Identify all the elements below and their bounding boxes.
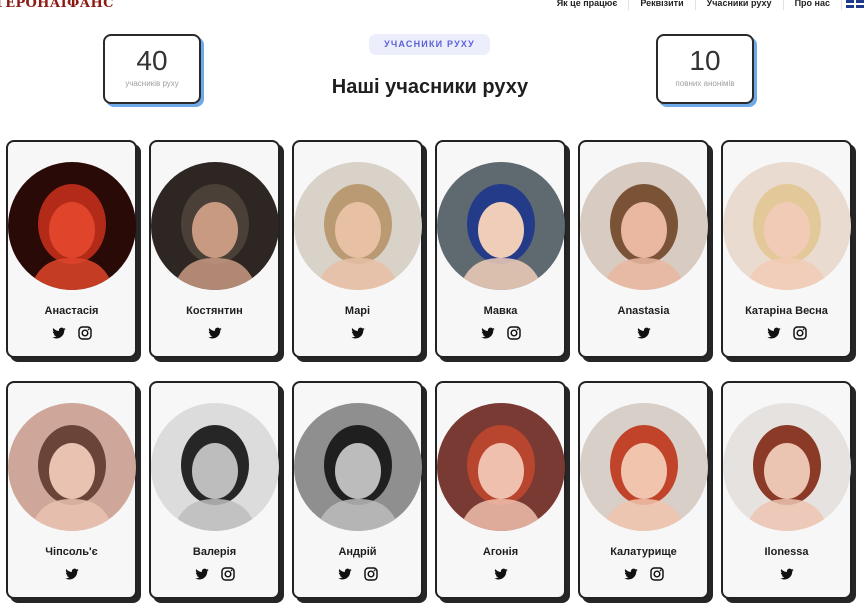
anonymous-count-box: 10 повних анонімів xyxy=(656,34,754,104)
twitter-icon[interactable] xyxy=(480,325,496,341)
member-socials xyxy=(151,566,278,582)
member-avatar[interactable] xyxy=(580,403,708,531)
member-card[interactable]: Ilonessa xyxy=(721,381,852,599)
twitter-icon[interactable] xyxy=(636,325,652,341)
member-socials xyxy=(294,566,421,582)
member-card[interactable]: Марі xyxy=(292,140,423,358)
member-avatar[interactable] xyxy=(437,403,565,531)
member-avatar[interactable] xyxy=(8,403,136,531)
instagram-icon[interactable] xyxy=(363,566,379,582)
avatar-photo xyxy=(8,162,136,290)
twitter-icon[interactable] xyxy=(194,566,210,582)
avatar-photo xyxy=(437,162,565,290)
avatar-photo xyxy=(151,162,279,290)
twitter-icon[interactable] xyxy=(337,566,353,582)
twitter-icon[interactable] xyxy=(493,566,509,582)
members-count-label: учасників руху xyxy=(125,79,179,88)
avatar-photo xyxy=(8,403,136,531)
twitter-icon[interactable] xyxy=(766,325,782,341)
avatar-photo xyxy=(437,403,565,531)
member-name: Костянтин xyxy=(186,305,243,317)
member-name: Анастасія xyxy=(44,305,99,317)
member-name: Ilonessa xyxy=(764,546,809,558)
twitter-icon[interactable] xyxy=(207,325,223,341)
instagram-icon[interactable] xyxy=(506,325,522,341)
member-socials xyxy=(151,325,278,341)
anonymous-count-label: повних анонімів xyxy=(675,79,735,88)
members-count-box: 40 учасників руху xyxy=(103,34,201,104)
site-logo[interactable]: ГЕРОНАІФАНС xyxy=(0,0,114,11)
member-name: Калатурище xyxy=(610,546,677,558)
member-socials xyxy=(580,566,707,582)
member-name: Мавка xyxy=(483,305,518,317)
anonymous-count: 10 xyxy=(689,45,721,76)
member-socials xyxy=(437,325,564,341)
member-avatar[interactable] xyxy=(294,403,422,531)
instagram-icon[interactable] xyxy=(649,566,665,582)
avatar-photo xyxy=(580,162,708,290)
avatar-photo xyxy=(294,162,422,290)
member-avatar[interactable] xyxy=(437,162,565,290)
member-card[interactable]: Агонія xyxy=(435,381,566,599)
member-name: Чіпсоль'є xyxy=(45,546,98,558)
instagram-icon[interactable] xyxy=(792,325,808,341)
member-card[interactable]: Мавка xyxy=(435,140,566,358)
main-nav: Як це працює Реквізити Учасники руху Про… xyxy=(546,0,864,11)
nav-item-how-it-works[interactable]: Як це працює xyxy=(546,0,630,10)
uk-flag-icon[interactable] xyxy=(846,0,864,8)
top-bar: ГЕРОНАІФАНС Як це працює Реквізити Учасн… xyxy=(0,0,864,12)
member-socials xyxy=(580,325,707,341)
member-card[interactable]: Валерія xyxy=(149,381,280,599)
twitter-icon[interactable] xyxy=(779,566,795,582)
twitter-icon[interactable] xyxy=(350,325,366,341)
avatar-photo xyxy=(294,403,422,531)
twitter-icon[interactable] xyxy=(623,566,639,582)
nav-item-about[interactable]: Про нас xyxy=(784,0,842,10)
member-card[interactable]: Чіпсоль'є xyxy=(6,381,137,599)
members-count: 40 xyxy=(136,45,168,76)
twitter-icon[interactable] xyxy=(51,325,67,341)
avatar-photo xyxy=(723,162,851,290)
section-badge: УЧАСНИКИ РУХУ xyxy=(369,34,490,55)
member-name: Марі xyxy=(344,305,371,317)
title-plain: Наші xyxy=(331,76,380,98)
member-avatar[interactable] xyxy=(723,403,851,531)
member-socials xyxy=(437,566,564,582)
member-name: Андрій xyxy=(338,546,377,558)
member-socials xyxy=(723,325,850,341)
member-avatar[interactable] xyxy=(723,162,851,290)
page-title: Наші учасники руху xyxy=(300,76,560,99)
member-avatar[interactable] xyxy=(151,403,279,531)
avatar-photo xyxy=(151,403,279,531)
nav-item-members[interactable]: Учасники руху xyxy=(696,0,784,10)
member-card[interactable]: Андрій xyxy=(292,381,423,599)
member-socials xyxy=(8,566,135,582)
instagram-icon[interactable] xyxy=(77,325,93,341)
member-name: Валерія xyxy=(192,546,237,558)
member-card[interactable]: Anastasia xyxy=(578,140,709,358)
member-card[interactable]: Катаріна Весна xyxy=(721,140,852,358)
member-card[interactable]: Анастасія xyxy=(6,140,137,358)
member-card[interactable]: Костянтин xyxy=(149,140,280,358)
member-name: Anastasia xyxy=(617,305,670,317)
avatar-photo xyxy=(580,403,708,531)
member-name: Катаріна Весна xyxy=(745,305,828,317)
member-card[interactable]: Калатурище xyxy=(578,381,709,599)
member-avatar[interactable] xyxy=(8,162,136,290)
instagram-icon[interactable] xyxy=(220,566,236,582)
twitter-icon[interactable] xyxy=(64,566,80,582)
title-highlight: учасники руху xyxy=(385,76,529,98)
member-socials xyxy=(8,325,135,341)
avatar-photo xyxy=(723,403,851,531)
nav-item-requisites[interactable]: Реквізити xyxy=(629,0,696,10)
member-name: Агонія xyxy=(482,546,519,558)
member-avatar[interactable] xyxy=(294,162,422,290)
member-avatar[interactable] xyxy=(151,162,279,290)
member-socials xyxy=(294,325,421,341)
member-avatar[interactable] xyxy=(580,162,708,290)
member-socials xyxy=(723,566,850,582)
